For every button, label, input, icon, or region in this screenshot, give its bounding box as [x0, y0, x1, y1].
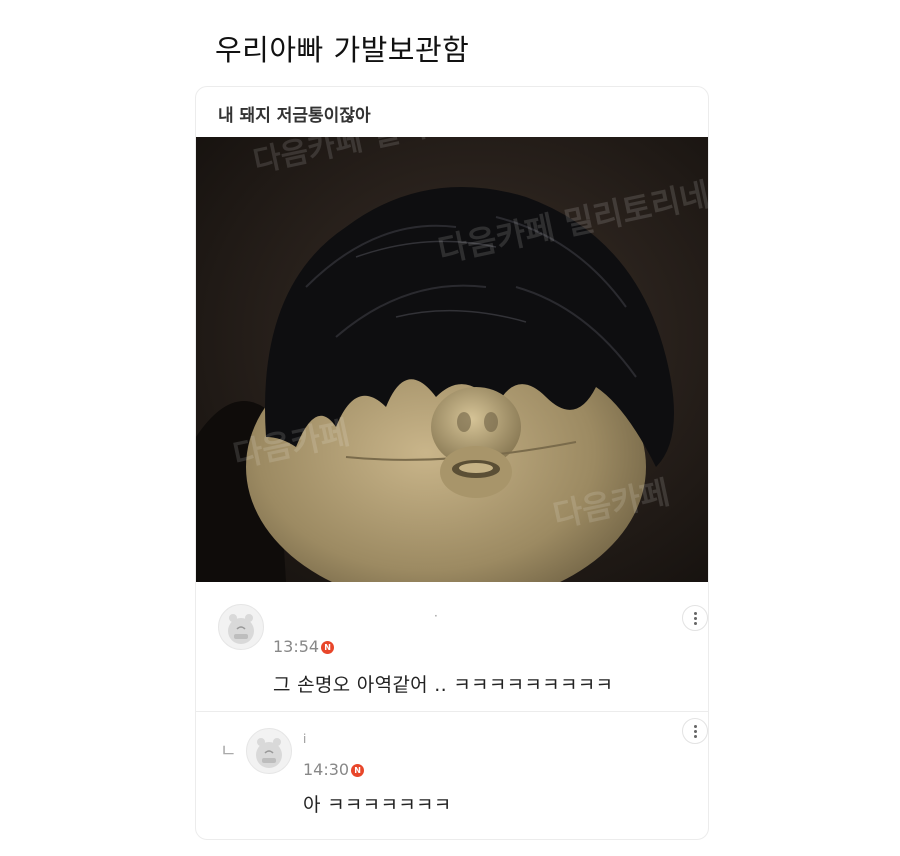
new-badge: N	[321, 641, 335, 654]
card-header: 내 돼지 저금통이잖아	[196, 87, 708, 137]
post-card: 내 돼지 저금통이잖아 다음카페 밀리토리네 다음카페 다음카페 · 13:54…	[195, 86, 709, 840]
post-photo[interactable]: 다음카페 밀리토리네 다음카페 밀리토리네 다음카페 다음카페	[196, 137, 708, 582]
card-header-text: 내 돼지 저금통이잖아	[218, 106, 371, 126]
reply-item: ㄴ i 14:30 N 아 ㅋㅋㅋㅋㅋㅋㅋ	[196, 712, 708, 839]
new-badge: N	[351, 764, 365, 777]
reply-arrow-icon: ㄴ	[220, 741, 237, 762]
comment-text: 아 ㅋㅋㅋㅋㅋㅋㅋ	[303, 794, 452, 816]
more-vertical-icon[interactable]	[682, 718, 708, 744]
comment-time-text: 13:54	[273, 637, 320, 656]
comment-text: 그 손명오 아역같어 .. ㅋㅋㅋㅋㅋㅋㅋㅋㅋ	[273, 674, 614, 696]
more-vertical-icon[interactable]	[682, 605, 708, 631]
comment-time: 13:54 N	[273, 637, 335, 656]
comment-time: 14:30 N	[303, 760, 365, 779]
default-avatar-icon[interactable]	[246, 728, 292, 774]
comment-time-text: 14:30	[303, 760, 350, 779]
pig-wig-photo: 다음카페 밀리토리네 다음카페 밀리토리네 다음카페 다음카페	[196, 137, 708, 582]
comment-item: · 13:54 N 그 손명오 아역같어 .. ㅋㅋㅋㅋㅋㅋㅋㅋㅋ	[196, 587, 708, 712]
comment-nickname[interactable]: i	[303, 732, 306, 746]
default-avatar-icon[interactable]	[218, 604, 264, 650]
post-title: 우리아빠 가발보관함	[215, 33, 470, 67]
comment-nickname[interactable]: ·	[434, 609, 438, 623]
